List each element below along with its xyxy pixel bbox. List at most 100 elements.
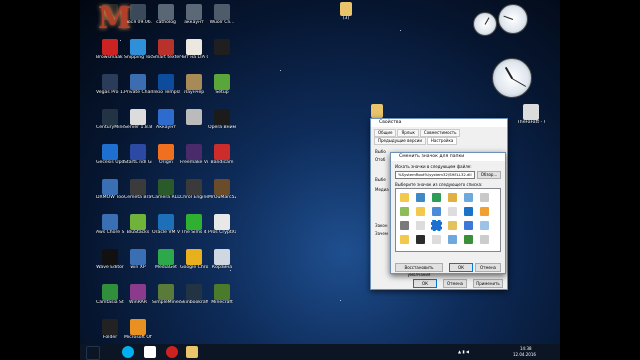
desktop-icon[interactable]: Cemeta Bravil V.0.9 xyxy=(124,179,152,200)
clock-date[interactable]: 12.04.2016 xyxy=(513,352,536,357)
desktop-icon[interactable]: Chrol Engine xyxy=(180,179,208,200)
desktop-icon[interactable]: Freemake Video C... xyxy=(180,144,208,165)
desktop-folder[interactable]: (3) xyxy=(332,2,360,21)
icon-option[interactable] xyxy=(432,193,441,202)
desktop-icon[interactable]: Opera Bнимбл... xyxy=(208,109,236,130)
desktop-shortcut-unity[interactable]: TheFaFatt - Unity xyxy=(517,104,545,125)
icon-option[interactable] xyxy=(480,207,489,216)
desktop-folder-2[interactable] xyxy=(363,104,391,118)
m-logo[interactable]: M xyxy=(98,2,131,36)
icon-option[interactable] xyxy=(464,221,473,230)
desktop-icon[interactable]: Vegas Pro 13.0 (64-bit) xyxy=(96,74,124,95)
yandex-icon[interactable] xyxy=(144,346,156,358)
desktop-icon[interactable]: MrOuMarc52 xyxy=(208,179,236,200)
tab-shortcut[interactable]: Ярлык xyxy=(397,129,419,137)
icon-option[interactable] xyxy=(448,207,457,216)
desktop-icon[interactable]: Origin xyxy=(152,144,180,165)
desktop-icon[interactable]: аккаунт xyxy=(180,4,208,25)
desktop-icon[interactable]: Setup xyxy=(208,74,236,95)
browse-button[interactable]: Обзор... xyxy=(477,171,501,179)
desktop-icon[interactable]: CenturyMine xyxy=(96,109,124,130)
desktop-icon[interactable]: Camera RLD xyxy=(152,179,180,200)
skype-icon[interactable] xyxy=(122,346,134,358)
icon-option[interactable] xyxy=(448,235,457,244)
desktop-icon[interactable]: catholog xyxy=(152,4,180,25)
desktop-icon[interactable]: Private Character... xyxy=(124,74,152,95)
desktop-icon[interactable]: Camtasia Studio 8 xyxy=(96,284,124,305)
ok-button[interactable]: ОК xyxy=(413,279,437,288)
desktop-icon[interactable]: Aws Chore Sarivae xyxy=(96,214,124,235)
desktop-icon[interactable]: Чит на LTA 0.3e xyxy=(180,39,208,60)
desktop-icon[interactable]: Snipping Tool xyxy=(124,39,152,60)
record-icon[interactable] xyxy=(166,346,178,358)
tab-previous-versions[interactable]: Предыдущие версии xyxy=(374,137,426,145)
dialog-cancel-button[interactable]: Отмена xyxy=(475,263,501,272)
desktop-icon[interactable]: The Sims 4 xyxy=(180,214,208,235)
icon-option[interactable] xyxy=(464,193,473,202)
cancel-button[interactable]: Отмена xyxy=(443,279,467,288)
tab-general[interactable]: Общие xyxy=(374,129,397,137)
desktop-icon[interactable]: Folder xyxy=(96,319,124,340)
icon-list[interactable] xyxy=(395,188,501,252)
clock-gadget-2[interactable] xyxy=(498,4,528,34)
desktop-icon[interactable]: WinRAR xyxy=(124,284,152,305)
icon-option[interactable] xyxy=(432,207,441,216)
analog-clock-gadget[interactable] xyxy=(492,58,532,98)
icon-option[interactable] xyxy=(448,193,457,202)
icon-option[interactable] xyxy=(464,207,473,216)
desktop-icon-label: Minecraft xyxy=(211,300,233,305)
icon-option[interactable] xyxy=(480,221,489,230)
desktop-icon[interactable]: Microsoft Office xyxy=(124,319,152,340)
tab-compatibility[interactable]: Совместимость xyxy=(419,129,461,137)
desktop-icon[interactable]: Oracle VM VirtualBox xyxy=(152,214,180,235)
desktop-icon[interactable]: Аккаунт xyxy=(152,109,180,130)
icon-option[interactable] xyxy=(448,221,457,230)
desktop-icon[interactable] xyxy=(208,39,236,55)
icon-option[interactable] xyxy=(464,235,473,244)
icon-option[interactable] xyxy=(416,235,425,244)
icon-option[interactable] xyxy=(416,207,425,216)
desktop-icon[interactable]: Лаунчер xyxy=(180,74,208,95)
clock-time[interactable]: 14:38 xyxy=(520,346,532,351)
desktop-icon-label: Microsoft Office xyxy=(124,335,152,340)
icon-option[interactable] xyxy=(400,221,409,230)
desktop-icon[interactable]: Gecesis Update... xyxy=(96,144,124,165)
desktop-icon[interactable]: DXMOW Tools Pro xyxy=(96,179,124,200)
desktop-icon[interactable]: Wave Editor xyxy=(96,249,124,270)
desktop-icon[interactable]: Bandicam xyxy=(208,144,236,165)
desktop-icon[interactable]: Inkio Template... xyxy=(152,74,180,95)
desktop-icon[interactable] xyxy=(180,109,208,125)
desktop-icon[interactable]: Wuolr Cli... xyxy=(208,4,236,25)
desktop-icon[interactable]: SimpleMinec... xyxy=(152,284,180,305)
desktop-icon[interactable]: Smart texter Maker xyxy=(152,39,180,60)
icon-option[interactable] xyxy=(480,235,489,244)
apply-button[interactable]: Применить xyxy=(473,279,503,288)
desktop-icon[interactable]: Pros CryptXar... xyxy=(208,214,236,235)
desktop-icon[interactable]: Minecraft xyxy=(208,284,236,305)
icon-option[interactable] xyxy=(416,193,425,202)
desktop-icon[interactable]: MediaGet xyxy=(152,249,180,270)
icon-option[interactable] xyxy=(416,221,425,230)
desktop-icon[interactable]: Google Chrome xyxy=(180,249,208,270)
icon-option[interactable] xyxy=(480,193,489,202)
icon-option[interactable] xyxy=(400,207,409,216)
icon-option[interactable] xyxy=(400,193,409,202)
desktop-icon[interactable]: BluStacks xyxy=(124,214,152,235)
icon-file-path-input[interactable]: %SystemRoot%\system32\SHELL32.dll xyxy=(395,171,475,179)
start-button[interactable] xyxy=(86,346,100,360)
tab-customize[interactable]: Настройка xyxy=(426,137,458,145)
icon-option[interactable] xyxy=(432,235,441,244)
tray-icons[interactable]: ▲ ▮ ◀ xyxy=(458,349,469,354)
desktop-icon[interactable]: Browsmaak - Yandex xyxy=(96,39,124,60)
desktop-icon[interactable]: Skinbookraft - Cholobold... xyxy=(180,284,208,305)
clock-gadget[interactable] xyxy=(473,12,497,36)
file-explorer-icon[interactable] xyxy=(186,346,198,358)
desktop-icon[interactable]: Корзина xyxy=(208,249,236,270)
desktop-icon[interactable]: StartL ndl Gmarusk... xyxy=(124,144,152,165)
icon-option[interactable] xyxy=(400,235,409,244)
icon-option[interactable] xyxy=(431,220,442,231)
dialog-ok-button[interactable]: ОК xyxy=(449,263,473,272)
restore-defaults-button[interactable]: Восстановить умолчания xyxy=(395,263,443,277)
desktop-icon[interactable]: win XP xyxy=(124,249,152,270)
desktop-icon[interactable]: Server 1.8.8 xyxy=(124,109,152,130)
